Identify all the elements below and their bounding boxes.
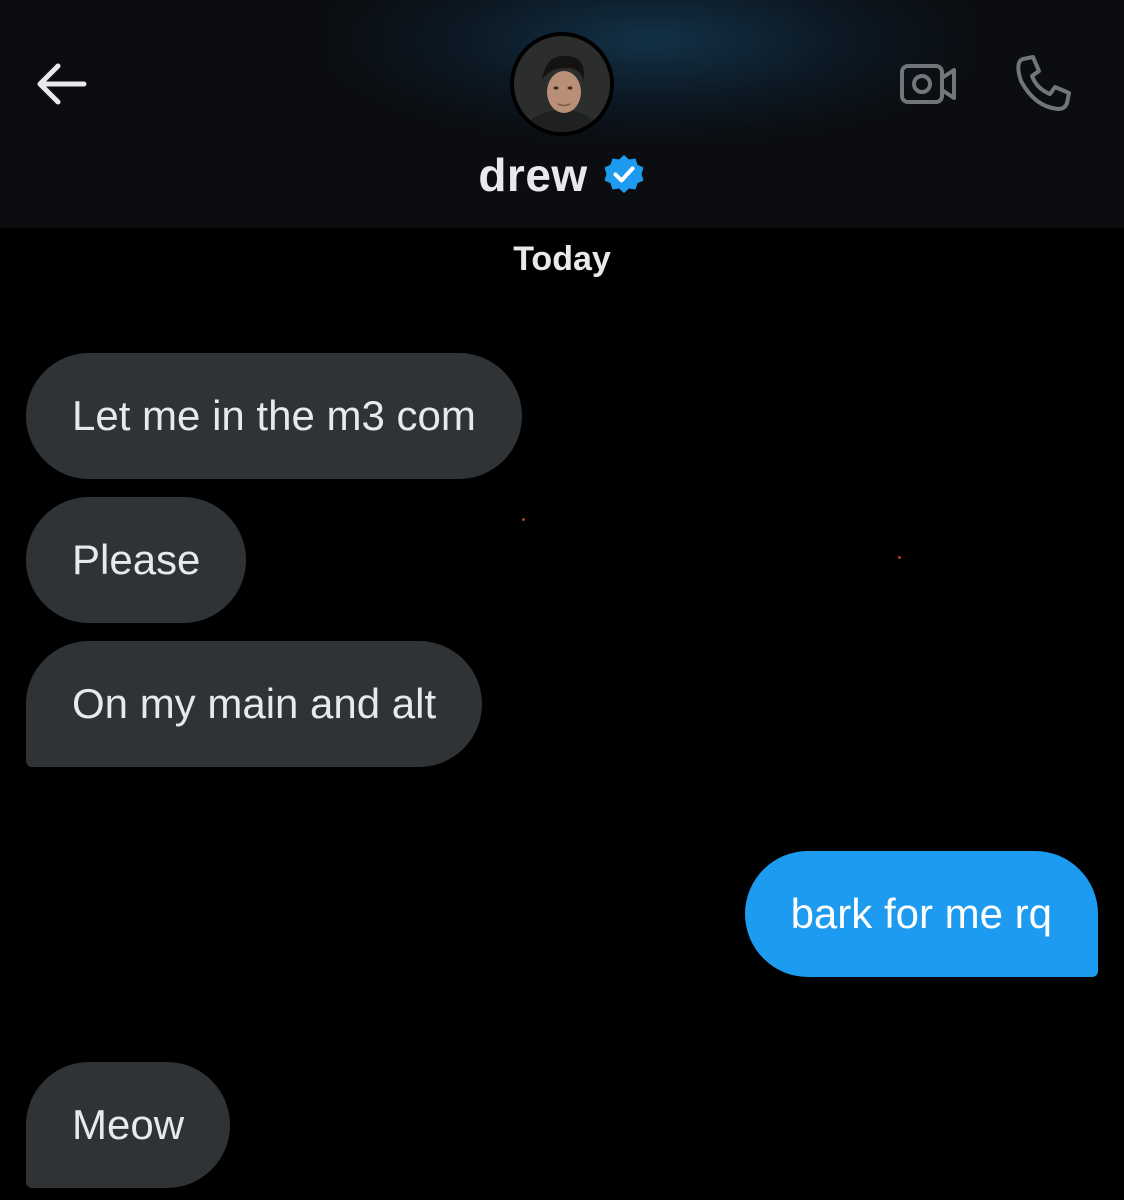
contact-title-row[interactable]: drew (0, 148, 1124, 202)
avatar-photo (514, 36, 610, 132)
contact-avatar[interactable] (510, 32, 614, 136)
arrow-left-icon (37, 63, 87, 105)
back-button[interactable] (30, 56, 90, 112)
header-background-glow (330, 0, 970, 140)
background-speck (898, 556, 901, 559)
background-speck (522, 518, 525, 521)
incoming-message-bubble[interactable]: Let me in the m3 com (26, 353, 522, 479)
incoming-message-bubble[interactable]: On my main and alt (26, 641, 483, 767)
voice-call-button[interactable] (1008, 50, 1078, 116)
date-separator: Today (513, 240, 611, 278)
outgoing-message-bubble[interactable]: bark for me rq (744, 851, 1098, 977)
video-camera-icon (900, 64, 956, 104)
contact-name: drew (478, 149, 588, 201)
phone-icon (1016, 55, 1071, 111)
verified-badge-icon (604, 155, 644, 193)
incoming-message-bubble[interactable]: Meow (26, 1062, 231, 1188)
incoming-message-bubble[interactable]: Please (26, 497, 247, 623)
conversation-header: drew (0, 0, 1124, 228)
video-call-button[interactable] (894, 56, 962, 112)
